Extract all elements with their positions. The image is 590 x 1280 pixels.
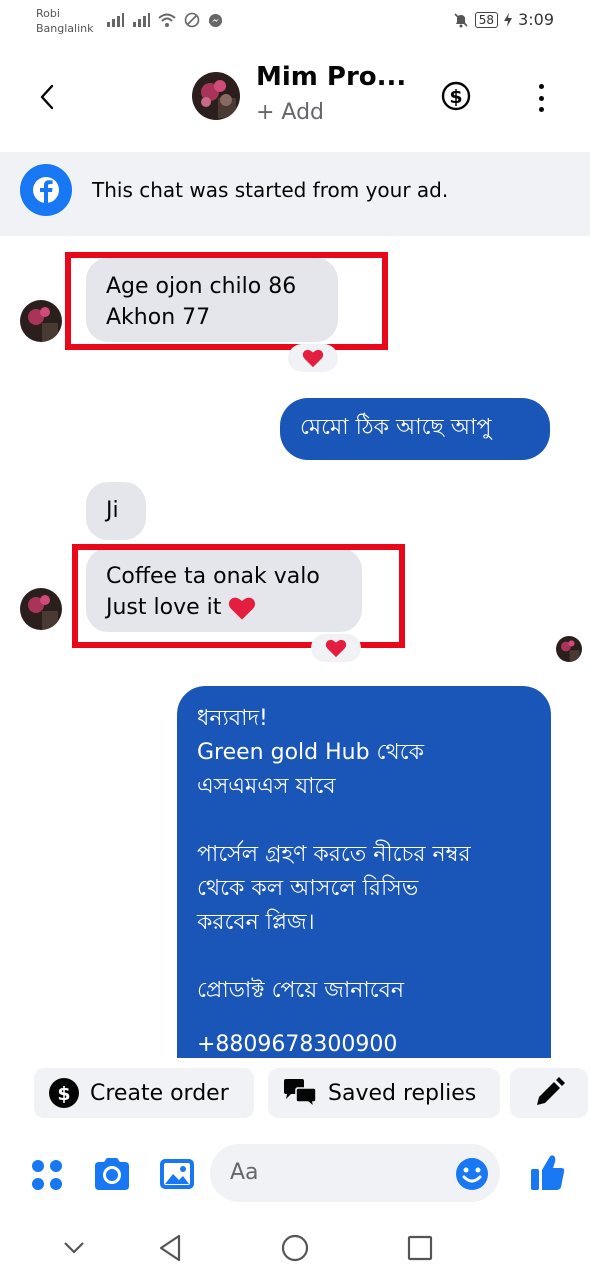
image-icon	[160, 1159, 194, 1189]
message-line: Ji	[106, 498, 119, 523]
triangle-back-icon	[159, 1234, 181, 1262]
svg-text:$: $	[57, 1083, 70, 1105]
contact-avatar[interactable]	[192, 72, 240, 120]
facebook-icon	[20, 164, 72, 216]
more-vertical-icon	[538, 84, 544, 89]
back-arrow-icon	[40, 84, 54, 110]
carrier-line-2: Banglalink	[36, 22, 94, 35]
svg-text:$: $	[449, 86, 462, 108]
create-order-button[interactable]: $ Create order	[34, 1068, 254, 1118]
message-line: পার্সেল গ্রহণ করতে নীচের নম্বর	[197, 842, 471, 867]
messenger-small-icon	[208, 13, 223, 27]
battery-level: 58	[474, 11, 499, 28]
message-line: এসএমএস যাবে	[197, 774, 336, 799]
square-recents-icon	[407, 1235, 433, 1261]
status-right: 58 3:09	[453, 10, 554, 29]
seen-receipt-avatar	[556, 636, 582, 662]
signal-icon	[107, 13, 124, 27]
chat-bubbles-icon	[284, 1079, 317, 1108]
add-label[interactable]: + Add	[256, 100, 324, 125]
highlight-box	[65, 252, 388, 350]
camera-icon	[95, 1158, 129, 1190]
message-bubble-incoming[interactable]: Ji	[86, 482, 146, 540]
heart-icon	[302, 349, 324, 368]
message-line: +8809678300900	[197, 1032, 398, 1057]
dollar-icon: $	[441, 81, 471, 111]
status-time: 3:09	[518, 10, 554, 29]
payment-button[interactable]: $	[438, 78, 474, 114]
sender-avatar[interactable]	[20, 300, 62, 342]
dollar-circle-icon: $	[49, 1078, 79, 1108]
nav-home-button[interactable]	[277, 1232, 313, 1264]
carrier-label: Robi Banglalink	[36, 6, 94, 36]
nav-recents-button[interactable]	[402, 1232, 438, 1264]
four-dots-icon	[32, 1160, 62, 1190]
carrier-line-1: Robi	[36, 7, 60, 20]
saved-replies-label: Saved replies	[328, 1080, 477, 1106]
circle-home-icon	[281, 1234, 309, 1262]
thumbs-up-icon	[531, 1155, 565, 1190]
message-line: থেকে কল আসলে রিসিভ	[197, 876, 419, 901]
status-icons	[106, 12, 223, 28]
reaction-badge[interactable]	[311, 634, 361, 662]
ad-banner-text: This chat was started from your ad.	[92, 178, 449, 202]
chevron-down-icon	[64, 1242, 84, 1254]
message-bubble-outgoing[interactable]: মেমো ঠিক আছে আপু	[280, 398, 550, 460]
message-bubble-outgoing-long[interactable]: ধন্যবাদ! Green gold Hub থেকে এসএমএস যাবে…	[177, 686, 551, 1058]
highlight-box	[72, 544, 405, 648]
back-button[interactable]	[30, 78, 64, 116]
edit-button[interactable]	[510, 1068, 588, 1118]
heart-icon	[325, 639, 347, 658]
like-button[interactable]	[530, 1152, 566, 1192]
camera-button[interactable]	[92, 1156, 132, 1192]
message-line: Green gold Hub থেকে	[197, 740, 424, 765]
mute-bell-icon	[454, 12, 468, 27]
nav-back-button[interactable]	[152, 1232, 188, 1264]
sender-avatar[interactable]	[20, 588, 62, 630]
signal-2-icon	[133, 13, 150, 27]
create-order-label: Create order	[90, 1080, 229, 1106]
nav-collapse-button[interactable]	[56, 1232, 92, 1264]
contact-name[interactable]: Mim Pro...	[256, 62, 406, 92]
saved-replies-button[interactable]: Saved replies	[268, 1068, 500, 1118]
wifi-icon	[158, 13, 176, 27]
smiley-icon	[456, 1158, 488, 1190]
emoji-button[interactable]	[454, 1156, 490, 1192]
gallery-button[interactable]	[158, 1156, 196, 1192]
charging-icon	[504, 12, 513, 27]
dnd-icon	[184, 12, 200, 28]
message-line: করবেন প্লিজ।	[197, 910, 315, 935]
message-input-placeholder: Aa	[230, 1160, 259, 1185]
pencil-icon	[537, 1077, 565, 1105]
message-line: ধন্যবাদ!	[197, 706, 268, 731]
message-line: মেমো ঠিক আছে আপু	[300, 415, 492, 440]
reaction-badge[interactable]	[288, 344, 338, 372]
apps-button[interactable]	[30, 1158, 64, 1192]
more-options-button[interactable]	[528, 80, 554, 116]
message-line: প্রোডাক্ট পেয়ে জানাবেন	[197, 978, 405, 1003]
